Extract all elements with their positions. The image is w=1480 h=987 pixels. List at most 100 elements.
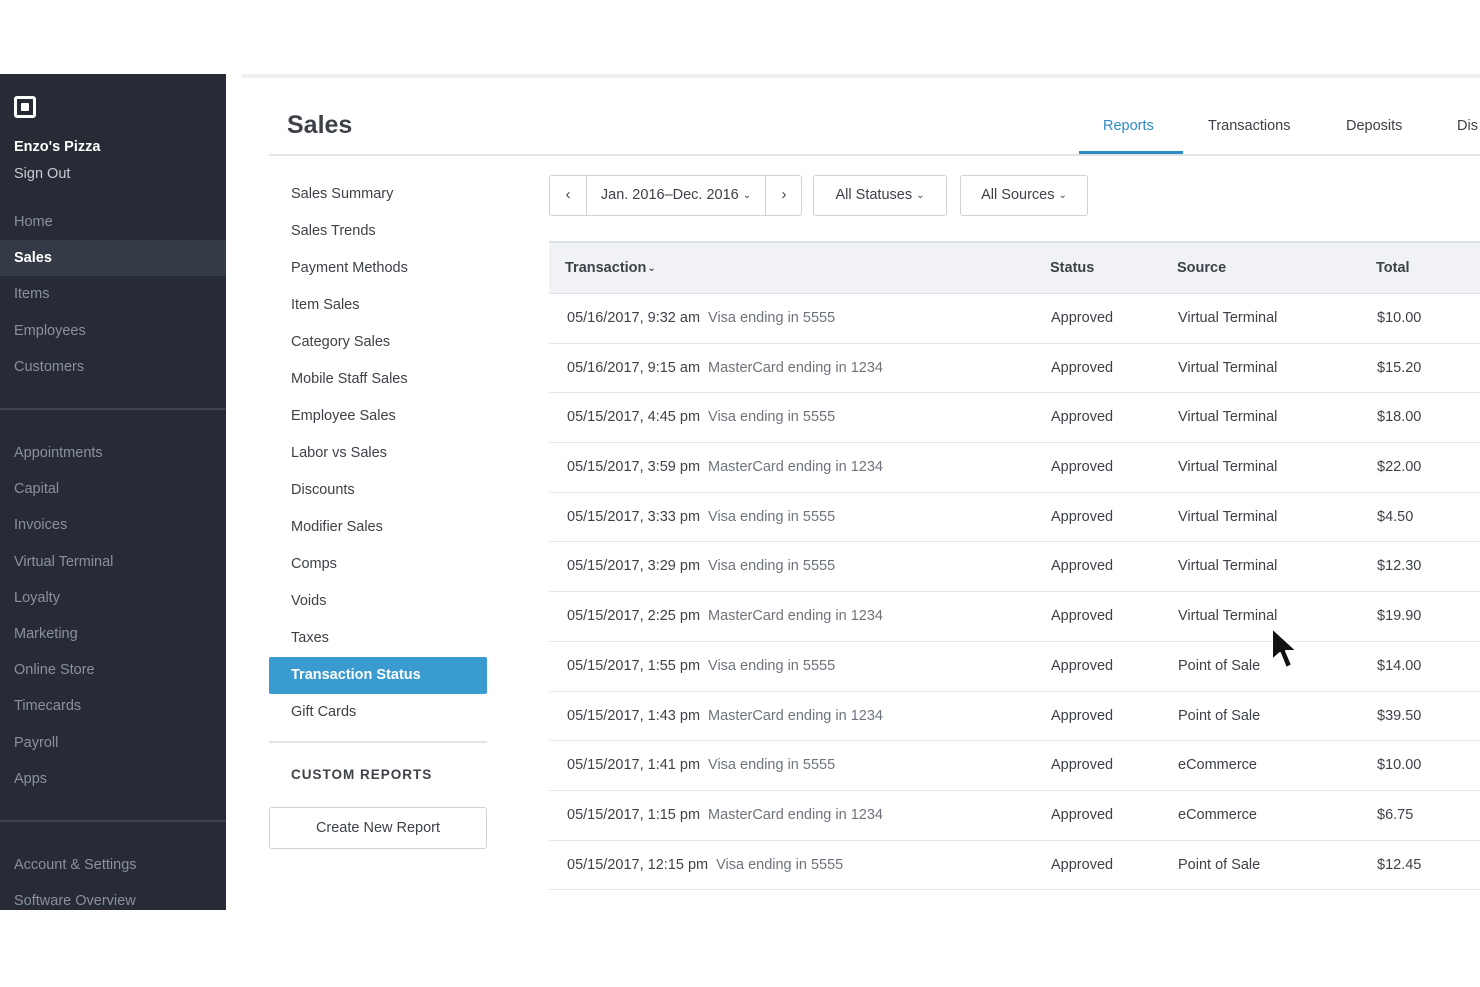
report-item-labor-vs-sales[interactable]: Labor vs Sales (269, 435, 487, 472)
business-name: Enzo's Pizza (14, 139, 101, 155)
sidebar-item-home[interactable]: Home (0, 204, 226, 240)
page-title: Sales (287, 111, 353, 139)
sidebar-item-appointments[interactable]: Appointments (0, 435, 226, 471)
table-row[interactable]: 05/16/2017, 9:15 am MasterCard ending in … (549, 344, 1480, 394)
table-row[interactable]: 05/15/2017, 1:55 pm Visa ending in 5555 A… (549, 642, 1480, 692)
total-cell: $10.00 (1377, 310, 1422, 326)
date-range-picker: ‹ Jan. 2016–Dec. 2016 ⌄ › (549, 175, 802, 216)
status-cell: Approved (1051, 757, 1114, 774)
status-cell: Approved (1051, 856, 1114, 873)
column-label: Transaction (565, 260, 647, 276)
table-row[interactable]: 05/15/2017, 1:43 pm MasterCard ending in … (549, 692, 1480, 742)
status-cell: Approved (1051, 707, 1114, 724)
sidebar-item-account-settings[interactable]: Account & Settings (0, 847, 226, 883)
card-description: Visa ending in 5555 (708, 558, 836, 575)
transaction-datetime: 05/15/2017, 3:59 pm (567, 459, 701, 476)
tab-deposits[interactable]: Deposits (1346, 118, 1402, 134)
transaction-cell: 05/15/2017, 3:59 pm MasterCard ending in … (567, 443, 883, 492)
source-filter-dropdown[interactable]: All Sources ⌄ (960, 175, 1088, 216)
report-item-payment-methods[interactable]: Payment Methods (269, 250, 487, 287)
report-item-gift-cards[interactable]: Gift Cards (269, 694, 487, 731)
table-row[interactable]: 05/15/2017, 3:33 pm Visa ending in 5555 A… (549, 493, 1480, 543)
transaction-datetime: 05/15/2017, 1:15 pm (567, 806, 701, 823)
report-item-discounts[interactable]: Discounts (269, 472, 487, 509)
sidebar-item-sales[interactable]: Sales (0, 240, 226, 277)
transaction-cell: 05/16/2017, 9:15 am MasterCard ending in … (567, 344, 883, 393)
status-cell: Approved (1051, 359, 1114, 376)
sidebar-item-software-overview[interactable]: Software Overview (0, 883, 226, 910)
transaction-datetime: 05/15/2017, 4:45 pm (567, 409, 701, 426)
card-description: MasterCard ending in 1234 (708, 459, 883, 476)
report-item-voids[interactable]: Voids (269, 583, 487, 620)
table-row[interactable]: 05/15/2017, 1:15 pm MasterCard ending in … (549, 791, 1480, 841)
status-cell: Approved (1051, 409, 1114, 426)
chevron-down-icon: ⌄ (742, 190, 752, 201)
report-item-mobile-staff-sales[interactable]: Mobile Staff Sales (269, 361, 487, 398)
report-item-taxes[interactable]: Taxes (269, 620, 487, 657)
source-cell: Point of Sale (1178, 707, 1261, 724)
sidebar-item-customers[interactable]: Customers (0, 349, 226, 385)
report-item-sales-summary[interactable]: Sales Summary (269, 176, 487, 213)
source-cell: eCommerce (1178, 757, 1257, 774)
create-new-report-button[interactable]: Create New Report (269, 807, 487, 849)
transaction-datetime: 05/15/2017, 12:15 pm (567, 856, 709, 873)
report-item-comps[interactable]: Comps (269, 546, 487, 583)
sidebar-item-loyalty[interactable]: Loyalty (0, 580, 226, 616)
transaction-datetime: 05/15/2017, 3:29 pm (567, 558, 701, 575)
status-cell: Approved (1051, 310, 1114, 326)
chevron-right-icon: › (781, 186, 787, 203)
sidebar-item-payroll[interactable]: Payroll (0, 725, 226, 761)
source-cell: Virtual Terminal (1178, 459, 1278, 476)
transaction-cell: 05/15/2017, 3:33 pm Visa ending in 5555 (567, 493, 835, 542)
tab-transactions[interactable]: Transactions (1208, 118, 1290, 134)
card-description: MasterCard ending in 1234 (708, 359, 883, 376)
table-row[interactable]: 05/15/2017, 12:15 pm Visa ending in 5555 … (549, 841, 1480, 891)
tab-reports[interactable]: Reports (1103, 118, 1154, 134)
sidebar-item-timecards[interactable]: Timecards (0, 688, 226, 724)
source-cell: Virtual Terminal (1178, 558, 1278, 575)
top-border (241, 74, 1480, 78)
table-row[interactable]: 05/15/2017, 1:41 pm Visa ending in 5555 A… (549, 741, 1480, 791)
status-cell: Approved (1051, 608, 1114, 625)
sidebar-item-invoices[interactable]: Invoices (0, 507, 226, 543)
column-header-transaction[interactable]: Transaction⌄ (565, 243, 656, 294)
table-row[interactable]: 05/15/2017, 2:25 pm MasterCard ending in … (549, 592, 1480, 642)
main-sidebar: Enzo's Pizza Sign Out Home Sales Items E… (0, 74, 226, 910)
report-item-employee-sales[interactable]: Employee Sales (269, 398, 487, 435)
report-item-category-sales[interactable]: Category Sales (269, 324, 487, 361)
sign-out-link[interactable]: Sign Out (14, 166, 70, 182)
previous-period-button[interactable]: ‹ (550, 176, 587, 215)
tab-disputes[interactable]: Dis (1457, 118, 1478, 134)
source-cell: Virtual Terminal (1178, 310, 1278, 326)
transaction-datetime: 05/15/2017, 1:43 pm (567, 707, 701, 724)
next-period-button[interactable]: › (765, 176, 802, 215)
sidebar-item-virtual-terminal[interactable]: Virtual Terminal (0, 544, 226, 580)
mouse-pointer-icon (1271, 627, 1298, 669)
square-logo-icon[interactable] (14, 96, 36, 118)
table-row[interactable]: 05/15/2017, 4:45 pm Visa ending in 5555 A… (549, 393, 1480, 444)
sidebar-item-marketing[interactable]: Marketing (0, 616, 226, 652)
card-description: Visa ending in 5555 (708, 409, 836, 426)
transaction-cell: 05/15/2017, 1:43 pm MasterCard ending in … (567, 692, 883, 741)
transaction-datetime: 05/15/2017, 3:33 pm (567, 508, 701, 525)
report-item-item-sales[interactable]: Item Sales (269, 287, 487, 324)
report-item-sales-trends[interactable]: Sales Trends (269, 213, 487, 250)
source-cell: Virtual Terminal (1178, 508, 1278, 525)
sidebar-item-online-store[interactable]: Online Store (0, 652, 226, 688)
sidebar-item-apps[interactable]: Apps (0, 761, 226, 797)
sidebar-primary-group: Home Sales Items Employees Customers (0, 204, 226, 385)
sidebar-item-capital[interactable]: Capital (0, 471, 226, 507)
status-filter-dropdown[interactable]: All Statuses ⌄ (813, 175, 947, 216)
table-row[interactable]: 05/16/2017, 9:32 am Visa ending in 5555 A… (549, 294, 1480, 344)
source-cell: Point of Sale (1178, 856, 1261, 873)
card-description: Visa ending in 5555 (708, 757, 836, 774)
table-row[interactable]: 05/15/2017, 3:29 pm Visa ending in 5555 A… (549, 542, 1480, 593)
transaction-cell: 05/15/2017, 3:29 pm Visa ending in 5555 (567, 542, 835, 591)
table-row[interactable]: 05/15/2017, 3:59 pm MasterCard ending in … (549, 443, 1480, 493)
total-cell: $15.20 (1377, 359, 1422, 376)
report-item-modifier-sales[interactable]: Modifier Sales (269, 509, 487, 546)
report-item-transaction-status[interactable]: Transaction Status (269, 657, 487, 694)
sidebar-item-employees[interactable]: Employees (0, 313, 226, 349)
sidebar-item-items[interactable]: Items (0, 276, 226, 312)
date-range-dropdown[interactable]: Jan. 2016–Dec. 2016 ⌄ (587, 176, 765, 215)
